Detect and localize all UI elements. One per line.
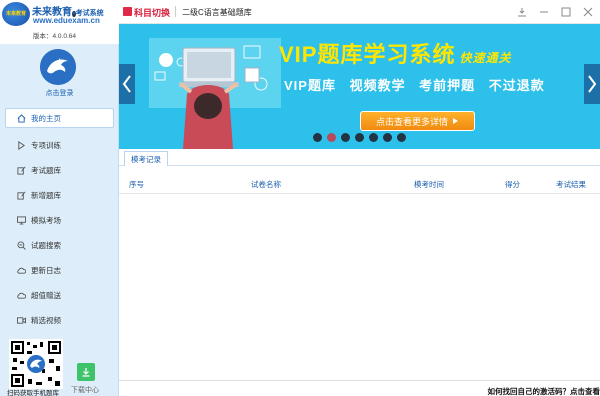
- video-icon: [17, 316, 26, 325]
- banner-cta-label: 点击查看更多详情: [375, 116, 448, 127]
- sidebar-item-special-training[interactable]: 专项训练: [0, 133, 119, 158]
- sidebar-item-videos[interactable]: 精选视频: [0, 308, 119, 333]
- sidebar-item-label: 试题搜索: [31, 241, 61, 250]
- sidebar-item-label: 专项训练: [31, 141, 61, 150]
- carousel-dot[interactable]: [355, 133, 364, 142]
- download-window-icon[interactable]: [516, 6, 528, 18]
- column-header-exam-time[interactable]: 模考时间: [414, 179, 444, 190]
- tab-mock-records[interactable]: 模考记录: [124, 151, 168, 166]
- footer-bar: 如何找回自己的激活码？点击查看: [119, 380, 600, 396]
- sidebar-item-mock-exam[interactable]: 模拟考场: [0, 208, 119, 233]
- sidebar-item-changelog[interactable]: 更新日志: [0, 258, 119, 283]
- divider: [175, 6, 176, 17]
- carousel-dot[interactable]: [397, 133, 406, 142]
- records-table-header: 序号 试卷名称 模考时间 得分 考试结果: [119, 172, 600, 194]
- gift-cloud-icon: [17, 291, 26, 300]
- chevron-right-icon: [588, 75, 597, 93]
- sidebar-item-label: 模拟考场: [31, 216, 61, 225]
- promo-banner[interactable]: VIP题库学习系统 快速通关 VIP题库 视频教学 考前押题 不过退款 点击查看更…: [119, 24, 600, 149]
- desk-illustration: [149, 38, 281, 149]
- minimize-button[interactable]: [538, 6, 550, 18]
- carousel-dot[interactable]: [369, 133, 378, 142]
- sidebar-item-label: 考试题库: [31, 166, 61, 175]
- edit-icon: [17, 166, 26, 175]
- banner-prev-button[interactable]: [119, 64, 135, 104]
- dolphin-icon: [40, 49, 76, 85]
- sidebar-item-question-bank[interactable]: 考试题库: [0, 158, 119, 183]
- close-button[interactable]: [582, 6, 594, 18]
- qr-label: 扫码获取手机题库: [7, 390, 59, 396]
- column-header-index[interactable]: 序号: [129, 179, 144, 190]
- monitor-icon: [17, 216, 26, 225]
- sidebar-item-search[interactable]: 试题搜索: [0, 233, 119, 258]
- top-bar: 科目切换 二级C语言基础题库: [119, 0, 600, 24]
- activation-code-help-link[interactable]: 如何找回自己的激活码？点击查看: [488, 386, 600, 396]
- banner-features: VIP题库 视频教学 考前押题 不过退款: [284, 78, 545, 93]
- carousel-dot[interactable]: [313, 133, 322, 142]
- banner-subtitle: 快速通关: [459, 51, 512, 65]
- sidebar: 未来教育 未来教育●考试系统 www.eduexam.cn 版本：4.0.0.6…: [0, 0, 119, 396]
- sidebar-item-label: 我的主页: [31, 113, 61, 123]
- arrow-icon: [17, 141, 26, 150]
- column-header-result[interactable]: 考试结果: [556, 179, 586, 190]
- carousel-dots: [313, 133, 406, 142]
- banner-next-button[interactable]: [584, 64, 600, 104]
- search-icon: [17, 241, 26, 250]
- sidebar-item-home[interactable]: 我的主页: [5, 108, 114, 128]
- banner-title: VIP题库学习系统 快速通关: [279, 37, 511, 69]
- carousel-dot[interactable]: [383, 133, 392, 142]
- edit-plus-icon: [17, 191, 26, 200]
- qr-code: [9, 339, 63, 389]
- carousel-dot-active[interactable]: [327, 133, 336, 142]
- sidebar-item-label: 精选视频: [31, 316, 61, 325]
- login-link[interactable]: 点击登录: [0, 88, 119, 98]
- home-icon: [17, 113, 26, 123]
- sidebar-item-label: 更新日志: [31, 266, 61, 275]
- qr-code-icon: [9, 339, 63, 389]
- brand-logo: 未来教育: [2, 2, 30, 26]
- pointer-icon: [453, 118, 458, 124]
- banner-title-main: VIP题库学习系统: [279, 42, 456, 67]
- brand-url: www.eduexam.cn: [33, 16, 100, 25]
- records-table-body: [119, 194, 600, 380]
- avatar[interactable]: [40, 49, 76, 85]
- version-label: 版本：4.0.0.64: [33, 33, 76, 40]
- column-header-score[interactable]: 得分: [505, 179, 520, 190]
- brand-header: 未来教育 未来教育●考试系统 www.eduexam.cn 版本：4.0.0.6…: [0, 0, 119, 44]
- sidebar-item-new-bank[interactable]: 新增题库: [0, 183, 119, 208]
- subject-switch-icon[interactable]: [123, 7, 132, 16]
- download-label[interactable]: 下载中心: [71, 385, 99, 395]
- sidebar-item-gifts[interactable]: 超值赠送: [0, 283, 119, 308]
- sidebar-item-label: 新增题库: [31, 191, 61, 200]
- download-button[interactable]: [77, 363, 95, 381]
- download-icon: [82, 368, 90, 377]
- sidebar-nav: 我的主页 专项训练 考试题库 新增题库 模拟考场 试题搜索 更新日志 超值赠送 …: [0, 108, 119, 333]
- carousel-dot[interactable]: [341, 133, 350, 142]
- maximize-button[interactable]: [560, 6, 572, 18]
- banner-cta-button[interactable]: 点击查看更多详情: [360, 111, 475, 131]
- sidebar-item-label: 超值赠送: [31, 291, 61, 300]
- content-tabs: 模考记录: [119, 149, 600, 166]
- subject-switch-button[interactable]: 科目切换: [134, 6, 170, 19]
- current-subject: 二级C语言基础题库: [182, 8, 252, 17]
- chevron-left-icon: [122, 75, 131, 93]
- cloud-icon: [17, 266, 26, 275]
- column-header-paper-name[interactable]: 试卷名称: [251, 179, 281, 190]
